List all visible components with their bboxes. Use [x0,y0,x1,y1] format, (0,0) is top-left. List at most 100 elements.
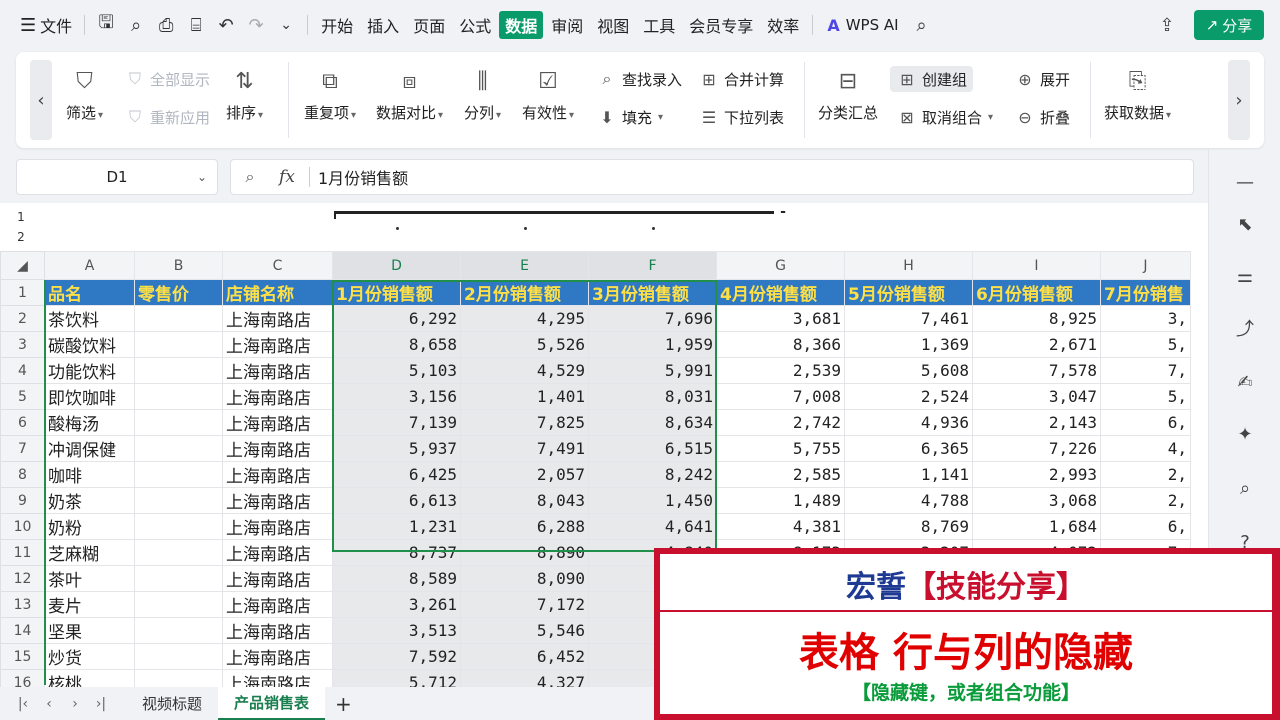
table-cell[interactable]: 7,592 [332,643,461,670]
formula-bar[interactable]: ⌕ fx 1月份销售额 [230,159,1194,195]
row-header[interactable]: 10 [0,513,45,540]
table-cell[interactable]: 上海南路店 [222,565,333,592]
table-cell[interactable]: 1,369 [844,331,973,358]
table-cell[interactable]: 4,295 [460,305,589,332]
table-cell[interactable]: 坚果 [44,617,135,644]
table-cell[interactable] [134,435,223,462]
prev-sheet-icon[interactable]: ‹ [36,696,62,712]
table-cell[interactable]: 8,925 [972,305,1101,332]
row-header[interactable]: 13 [0,591,45,618]
outline-level-2-button[interactable]: 2 [8,229,34,245]
tab-8[interactable]: 会员专享 [683,11,759,39]
wps-ai-button[interactable]: A WPS AI [819,16,906,35]
column-header[interactable]: E [460,251,589,280]
table-cell[interactable]: 7,461 [844,305,973,332]
collapse-button[interactable]: ⊖ 折叠 [1014,104,1070,130]
tab-4[interactable]: 数据 [499,11,544,39]
fx-icon[interactable]: fx [269,167,305,187]
table-cell[interactable]: 2,524 [844,383,973,410]
row-header[interactable]: 15 [0,643,45,670]
table-cell[interactable] [134,591,223,618]
table-cell[interactable]: 茶饮料 [44,305,135,332]
table-cell[interactable]: 上海南路店 [222,357,333,384]
cloud-upload-icon[interactable]: ⇪ [1152,10,1182,40]
table-cell[interactable]: 酸梅汤 [44,409,135,436]
row-header[interactable]: 12 [0,565,45,592]
table-cell[interactable] [134,643,223,670]
table-cell[interactable]: 2,057 [460,461,589,488]
table-cell[interactable]: 8,090 [460,565,589,592]
expand-button[interactable]: ⊕ 展开 [1014,66,1070,92]
column-header[interactable]: B [134,251,223,280]
next-sheet-icon[interactable]: › [62,696,88,712]
table-cell[interactable] [134,305,223,332]
table-cell[interactable]: 上海南路店 [222,669,333,687]
tab-3[interactable]: 公式 [453,11,497,39]
table-cell[interactable]: 2,742 [716,409,845,436]
column-header[interactable]: H [844,251,973,280]
minimize-icon[interactable]: — [1231,168,1259,196]
create-group-button[interactable]: ⊞ 创建组 [890,66,974,92]
table-cell[interactable]: 4, [1100,435,1191,462]
table-cell[interactable]: 2,539 [716,357,845,384]
row-header[interactable]: 6 [0,409,45,436]
table-cell[interactable]: 芝麻糊 [44,539,135,566]
table-cell[interactable]: 7,008 [716,383,845,410]
tab-6[interactable]: 视图 [591,11,635,39]
table-cell[interactable]: 核桃 [44,669,135,687]
row-header[interactable]: 16 [0,669,45,687]
column-header[interactable]: J [1100,251,1191,280]
print-preview-icon[interactable]: ⌸ [181,10,211,40]
zoom-icon[interactable]: ⌕ [231,167,269,187]
sheet-tab-video-title[interactable]: 视频标题 [126,687,218,720]
table-cell[interactable]: 3,156 [332,383,461,410]
table-cell[interactable] [134,409,223,436]
search-icon[interactable]: ⌕ [907,10,937,40]
column-header[interactable]: I [972,251,1101,280]
header-cell[interactable]: 4月份销售额 [716,279,845,306]
table-cell[interactable]: 6,292 [332,305,461,332]
table-cell[interactable]: 7,226 [972,435,1101,462]
header-cell[interactable]: 7月份销售 [1100,279,1191,306]
table-cell[interactable]: 冲调保健 [44,435,135,462]
table-cell[interactable]: 即饮咖啡 [44,383,135,410]
row-header[interactable]: 7 [0,435,45,462]
table-cell[interactable]: 6,452 [460,643,589,670]
table-cell[interactable]: 功能饮料 [44,357,135,384]
table-cell[interactable]: 5,712 [332,669,461,687]
table-cell[interactable]: 上海南路店 [222,617,333,644]
table-cell[interactable]: 3,068 [972,487,1101,514]
header-cell[interactable]: 5月份销售额 [844,279,973,306]
table-cell[interactable]: 上海南路店 [222,539,333,566]
table-cell[interactable]: 上海南路店 [222,435,333,462]
table-cell[interactable]: 上海南路店 [222,383,333,410]
tab-5[interactable]: 审阅 [545,11,589,39]
table-cell[interactable]: 2,671 [972,331,1101,358]
name-box[interactable]: D1 ⌄ [16,159,218,195]
file-menu[interactable]: ☰ 文件 [14,10,78,40]
table-cell[interactable]: 6,425 [332,461,461,488]
table-cell[interactable]: 上海南路店 [222,513,333,540]
table-cell[interactable]: 5, [1100,331,1191,358]
header-cell[interactable]: 零售价 [134,279,223,306]
row-header[interactable]: 2 [0,305,45,332]
table-cell[interactable]: 7,172 [460,591,589,618]
table-cell[interactable]: 3,681 [716,305,845,332]
table-cell[interactable]: 1,489 [716,487,845,514]
table-cell[interactable]: 1,141 [844,461,973,488]
table-cell[interactable] [134,565,223,592]
table-cell[interactable]: 5,755 [716,435,845,462]
add-sheet-icon[interactable]: + [325,692,362,716]
row-header[interactable]: 3 [0,331,45,358]
ungroup-button[interactable]: ⊠ 取消组合 ▾ [896,104,993,130]
filter-button[interactable]: ⛉ 筛选 ▾ [66,66,103,123]
table-cell[interactable]: 碳酸饮料 [44,331,135,358]
table-cell[interactable] [134,487,223,514]
table-cell[interactable]: 1,450 [588,487,717,514]
table-cell[interactable]: 8,043 [460,487,589,514]
table-cell[interactable]: 3,047 [972,383,1101,410]
undo-icon[interactable]: ↶ [211,10,241,40]
table-cell[interactable] [134,357,223,384]
tab-7[interactable]: 工具 [637,11,681,39]
table-cell[interactable]: 2, [1100,487,1191,514]
